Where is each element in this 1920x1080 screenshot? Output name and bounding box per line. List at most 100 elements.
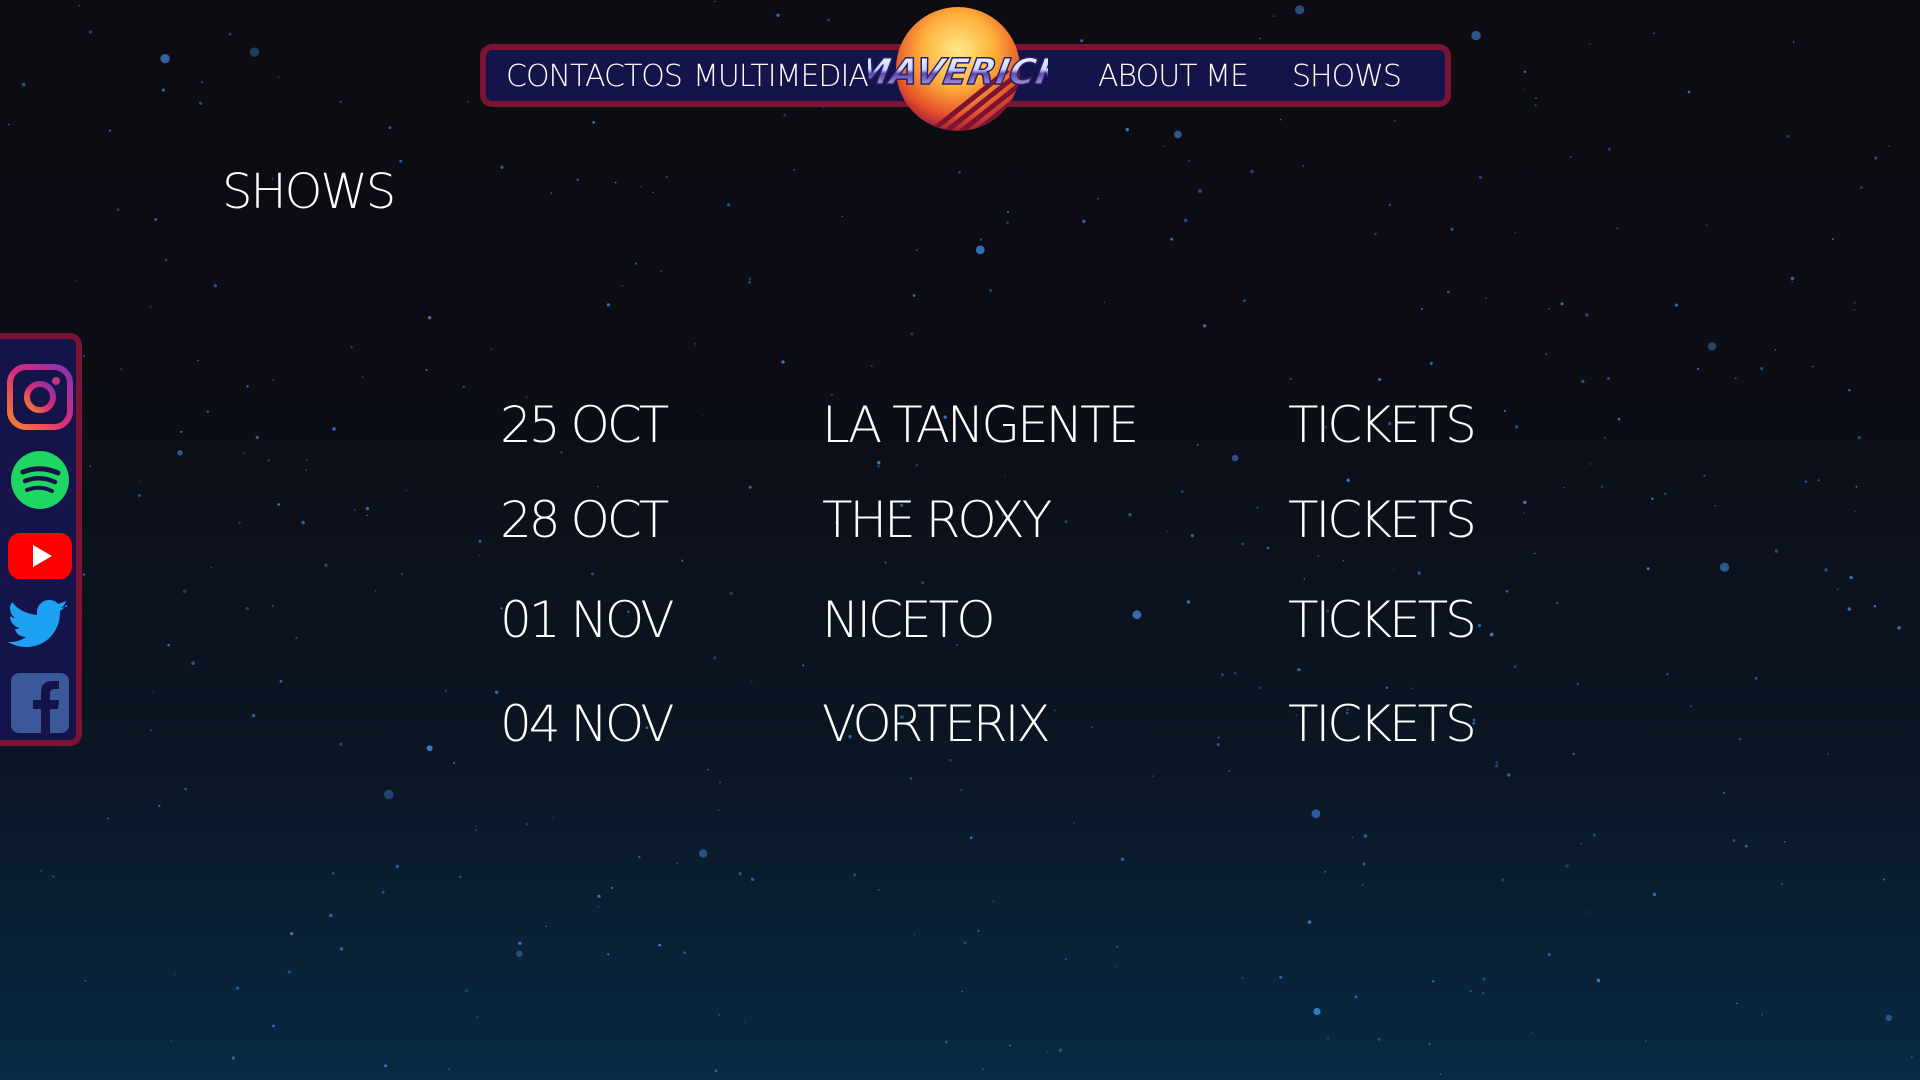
star [776,13,780,17]
star [915,249,918,251]
tickets-link[interactable]: TICKETS [1288,593,1477,647]
star [52,875,55,878]
spotify-icon[interactable] [6,446,74,514]
star [1482,977,1486,981]
star [1824,568,1828,572]
star [1279,118,1282,121]
star [1853,302,1856,304]
instagram-icon[interactable] [6,363,74,431]
star [750,877,755,881]
star [1897,626,1901,630]
star [251,713,256,718]
star [1590,463,1592,465]
star [1523,500,1527,505]
star [1132,610,1142,620]
star [699,849,708,858]
tickets-link[interactable]: TICKETS [1288,398,1477,452]
star [1744,844,1748,848]
star [388,126,392,130]
star [332,427,336,431]
tickets-link[interactable]: TICKETS [1288,493,1477,547]
star [1581,379,1585,383]
star [1393,568,1395,570]
star [331,872,335,875]
star [1346,478,1350,482]
star [748,280,752,284]
star [1652,892,1657,897]
star [1289,377,1292,381]
nav-item-shows[interactable]: SHOWS [1292,61,1402,93]
star [1116,945,1119,948]
nav-item-multimedia[interactable]: MULTIMEDIA [693,61,869,93]
star [1523,512,1526,514]
star [1580,842,1582,845]
star [1242,299,1246,303]
star [170,1040,172,1042]
star [822,106,825,109]
star [658,943,662,947]
star [591,572,594,576]
star [1754,676,1758,680]
star [210,566,213,569]
star [714,0,716,3]
star [621,285,623,287]
star [366,514,368,517]
star [750,680,753,683]
star [116,208,120,212]
star [305,469,308,472]
youtube-icon[interactable] [6,521,74,589]
star [718,781,722,784]
star [1120,857,1125,861]
star [108,129,112,132]
star [238,521,241,524]
star [1885,1014,1893,1022]
star [1183,218,1188,223]
star [1008,1044,1011,1047]
star [395,864,399,869]
star [1064,520,1068,524]
twitter-icon[interactable] [6,590,74,658]
star [1523,70,1527,74]
star [1548,308,1550,310]
star [1303,578,1306,580]
star [1188,160,1190,162]
maverick-logo[interactable]: MAVERICK [850,0,1071,138]
star [494,690,499,695]
star [877,461,881,465]
star [576,178,579,181]
star [164,258,168,262]
star [287,970,291,974]
star [1388,203,1392,207]
nav-item-contactos[interactable]: CONTACTOS [506,61,683,93]
tickets-link[interactable]: TICKETS [1288,697,1477,751]
star [1004,475,1006,477]
star [120,368,123,370]
star [1501,878,1505,882]
star [267,459,270,462]
star [340,947,344,951]
star [7,123,10,126]
star [597,906,600,908]
star [1714,504,1717,507]
star [399,159,403,163]
star [1495,764,1499,768]
star [1097,198,1099,200]
nav-item-about-me[interactable]: ABOUT ME [1098,61,1249,93]
star [160,53,170,64]
star [1125,127,1130,132]
star [154,218,157,221]
star [1411,687,1414,690]
star [958,170,961,174]
star [1774,348,1777,351]
star [1307,920,1312,924]
star [1103,301,1106,303]
show-venue: NICETO [822,591,996,649]
star [301,520,305,525]
star [638,856,641,859]
star [592,121,596,124]
logo-text: MAVERICK [868,50,1048,93]
star [1616,227,1619,230]
star [1607,377,1610,380]
facebook-icon[interactable] [6,669,74,737]
star [490,348,493,350]
